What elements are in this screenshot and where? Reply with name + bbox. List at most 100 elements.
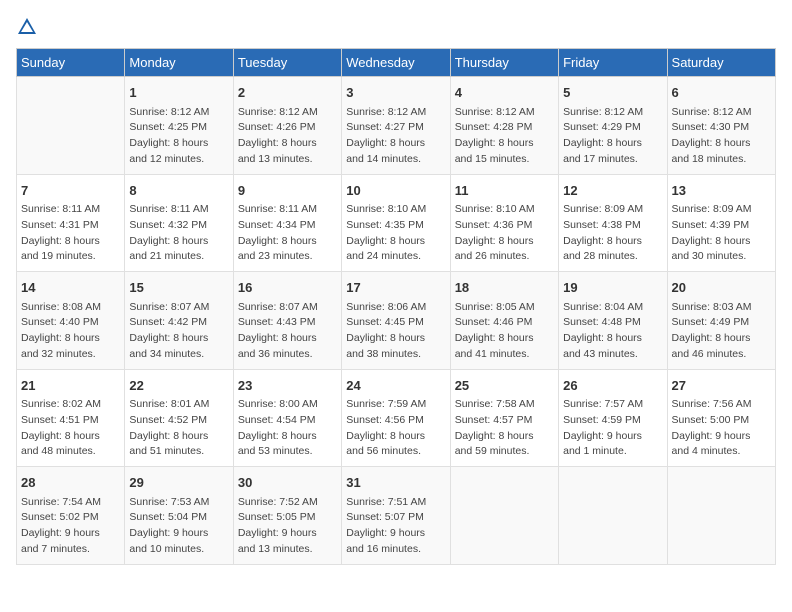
- week-row-3: 14Sunrise: 8:08 AM Sunset: 4:40 PM Dayli…: [17, 272, 776, 370]
- calendar-cell: 8Sunrise: 8:11 AM Sunset: 4:32 PM Daylig…: [125, 174, 233, 272]
- day-info: Sunrise: 8:03 AM Sunset: 4:49 PM Dayligh…: [672, 300, 771, 363]
- day-number: 18: [455, 278, 554, 298]
- calendar-cell: 24Sunrise: 7:59 AM Sunset: 4:56 PM Dayli…: [342, 369, 450, 467]
- day-info: Sunrise: 8:05 AM Sunset: 4:46 PM Dayligh…: [455, 300, 554, 363]
- calendar-cell: 4Sunrise: 8:12 AM Sunset: 4:28 PM Daylig…: [450, 77, 558, 175]
- day-info: Sunrise: 8:02 AM Sunset: 4:51 PM Dayligh…: [21, 397, 120, 460]
- calendar-cell: 14Sunrise: 8:08 AM Sunset: 4:40 PM Dayli…: [17, 272, 125, 370]
- day-info: Sunrise: 8:11 AM Sunset: 4:32 PM Dayligh…: [129, 202, 228, 265]
- day-info: Sunrise: 8:10 AM Sunset: 4:36 PM Dayligh…: [455, 202, 554, 265]
- calendar-cell: [559, 467, 667, 565]
- calendar-cell: 3Sunrise: 8:12 AM Sunset: 4:27 PM Daylig…: [342, 77, 450, 175]
- day-number: 9: [238, 181, 337, 201]
- week-row-4: 21Sunrise: 8:02 AM Sunset: 4:51 PM Dayli…: [17, 369, 776, 467]
- day-number: 20: [672, 278, 771, 298]
- day-info: Sunrise: 8:12 AM Sunset: 4:30 PM Dayligh…: [672, 105, 771, 168]
- calendar-cell: 23Sunrise: 8:00 AM Sunset: 4:54 PM Dayli…: [233, 369, 341, 467]
- calendar-cell: 16Sunrise: 8:07 AM Sunset: 4:43 PM Dayli…: [233, 272, 341, 370]
- col-header-tuesday: Tuesday: [233, 49, 341, 77]
- day-info: Sunrise: 8:11 AM Sunset: 4:31 PM Dayligh…: [21, 202, 120, 265]
- calendar-cell: 20Sunrise: 8:03 AM Sunset: 4:49 PM Dayli…: [667, 272, 775, 370]
- day-info: Sunrise: 8:07 AM Sunset: 4:43 PM Dayligh…: [238, 300, 337, 363]
- col-header-wednesday: Wednesday: [342, 49, 450, 77]
- calendar-cell: [17, 77, 125, 175]
- col-header-saturday: Saturday: [667, 49, 775, 77]
- calendar-cell: 15Sunrise: 8:07 AM Sunset: 4:42 PM Dayli…: [125, 272, 233, 370]
- week-row-5: 28Sunrise: 7:54 AM Sunset: 5:02 PM Dayli…: [17, 467, 776, 565]
- day-number: 28: [21, 473, 120, 493]
- day-number: 15: [129, 278, 228, 298]
- col-header-thursday: Thursday: [450, 49, 558, 77]
- calendar-cell: 27Sunrise: 7:56 AM Sunset: 5:00 PM Dayli…: [667, 369, 775, 467]
- day-number: 24: [346, 376, 445, 396]
- calendar-table: SundayMondayTuesdayWednesdayThursdayFrid…: [16, 48, 776, 565]
- col-header-monday: Monday: [125, 49, 233, 77]
- day-number: 11: [455, 181, 554, 201]
- calendar-cell: 13Sunrise: 8:09 AM Sunset: 4:39 PM Dayli…: [667, 174, 775, 272]
- calendar-cell: 9Sunrise: 8:11 AM Sunset: 4:34 PM Daylig…: [233, 174, 341, 272]
- col-header-sunday: Sunday: [17, 49, 125, 77]
- calendar-cell: 29Sunrise: 7:53 AM Sunset: 5:04 PM Dayli…: [125, 467, 233, 565]
- logo: [16, 16, 42, 38]
- calendar-cell: 2Sunrise: 8:12 AM Sunset: 4:26 PM Daylig…: [233, 77, 341, 175]
- day-info: Sunrise: 7:56 AM Sunset: 5:00 PM Dayligh…: [672, 397, 771, 460]
- calendar-cell: 7Sunrise: 8:11 AM Sunset: 4:31 PM Daylig…: [17, 174, 125, 272]
- day-info: Sunrise: 8:00 AM Sunset: 4:54 PM Dayligh…: [238, 397, 337, 460]
- day-info: Sunrise: 7:52 AM Sunset: 5:05 PM Dayligh…: [238, 495, 337, 558]
- week-row-2: 7Sunrise: 8:11 AM Sunset: 4:31 PM Daylig…: [17, 174, 776, 272]
- day-number: 1: [129, 83, 228, 103]
- day-number: 3: [346, 83, 445, 103]
- calendar-cell: 1Sunrise: 8:12 AM Sunset: 4:25 PM Daylig…: [125, 77, 233, 175]
- day-info: Sunrise: 8:11 AM Sunset: 4:34 PM Dayligh…: [238, 202, 337, 265]
- day-number: 22: [129, 376, 228, 396]
- day-info: Sunrise: 8:12 AM Sunset: 4:27 PM Dayligh…: [346, 105, 445, 168]
- calendar-cell: 6Sunrise: 8:12 AM Sunset: 4:30 PM Daylig…: [667, 77, 775, 175]
- calendar-cell: 26Sunrise: 7:57 AM Sunset: 4:59 PM Dayli…: [559, 369, 667, 467]
- calendar-cell: 5Sunrise: 8:12 AM Sunset: 4:29 PM Daylig…: [559, 77, 667, 175]
- calendar-cell: 17Sunrise: 8:06 AM Sunset: 4:45 PM Dayli…: [342, 272, 450, 370]
- calendar-cell: 31Sunrise: 7:51 AM Sunset: 5:07 PM Dayli…: [342, 467, 450, 565]
- calendar-cell: 25Sunrise: 7:58 AM Sunset: 4:57 PM Dayli…: [450, 369, 558, 467]
- day-info: Sunrise: 7:57 AM Sunset: 4:59 PM Dayligh…: [563, 397, 662, 460]
- day-number: 2: [238, 83, 337, 103]
- day-info: Sunrise: 8:12 AM Sunset: 4:25 PM Dayligh…: [129, 105, 228, 168]
- day-info: Sunrise: 8:08 AM Sunset: 4:40 PM Dayligh…: [21, 300, 120, 363]
- day-number: 6: [672, 83, 771, 103]
- day-number: 21: [21, 376, 120, 396]
- day-info: Sunrise: 8:12 AM Sunset: 4:29 PM Dayligh…: [563, 105, 662, 168]
- day-number: 30: [238, 473, 337, 493]
- day-info: Sunrise: 7:53 AM Sunset: 5:04 PM Dayligh…: [129, 495, 228, 558]
- calendar-cell: 22Sunrise: 8:01 AM Sunset: 4:52 PM Dayli…: [125, 369, 233, 467]
- day-info: Sunrise: 7:58 AM Sunset: 4:57 PM Dayligh…: [455, 397, 554, 460]
- day-info: Sunrise: 8:09 AM Sunset: 4:38 PM Dayligh…: [563, 202, 662, 265]
- calendar-cell: 18Sunrise: 8:05 AM Sunset: 4:46 PM Dayli…: [450, 272, 558, 370]
- day-number: 19: [563, 278, 662, 298]
- logo-icon: [16, 16, 38, 38]
- calendar-cell: 30Sunrise: 7:52 AM Sunset: 5:05 PM Dayli…: [233, 467, 341, 565]
- day-number: 27: [672, 376, 771, 396]
- calendar-cell: 19Sunrise: 8:04 AM Sunset: 4:48 PM Dayli…: [559, 272, 667, 370]
- calendar-cell: 11Sunrise: 8:10 AM Sunset: 4:36 PM Dayli…: [450, 174, 558, 272]
- col-header-friday: Friday: [559, 49, 667, 77]
- calendar-cell: 12Sunrise: 8:09 AM Sunset: 4:38 PM Dayli…: [559, 174, 667, 272]
- calendar-cell: [450, 467, 558, 565]
- day-number: 23: [238, 376, 337, 396]
- header: [16, 16, 776, 38]
- week-row-1: 1Sunrise: 8:12 AM Sunset: 4:25 PM Daylig…: [17, 77, 776, 175]
- day-number: 5: [563, 83, 662, 103]
- day-info: Sunrise: 7:59 AM Sunset: 4:56 PM Dayligh…: [346, 397, 445, 460]
- day-number: 26: [563, 376, 662, 396]
- day-number: 7: [21, 181, 120, 201]
- day-info: Sunrise: 7:54 AM Sunset: 5:02 PM Dayligh…: [21, 495, 120, 558]
- day-number: 29: [129, 473, 228, 493]
- day-number: 8: [129, 181, 228, 201]
- day-info: Sunrise: 7:51 AM Sunset: 5:07 PM Dayligh…: [346, 495, 445, 558]
- calendar-cell: 28Sunrise: 7:54 AM Sunset: 5:02 PM Dayli…: [17, 467, 125, 565]
- day-info: Sunrise: 8:01 AM Sunset: 4:52 PM Dayligh…: [129, 397, 228, 460]
- day-number: 4: [455, 83, 554, 103]
- day-info: Sunrise: 8:12 AM Sunset: 4:28 PM Dayligh…: [455, 105, 554, 168]
- day-info: Sunrise: 8:12 AM Sunset: 4:26 PM Dayligh…: [238, 105, 337, 168]
- day-number: 13: [672, 181, 771, 201]
- calendar-cell: [667, 467, 775, 565]
- day-number: 12: [563, 181, 662, 201]
